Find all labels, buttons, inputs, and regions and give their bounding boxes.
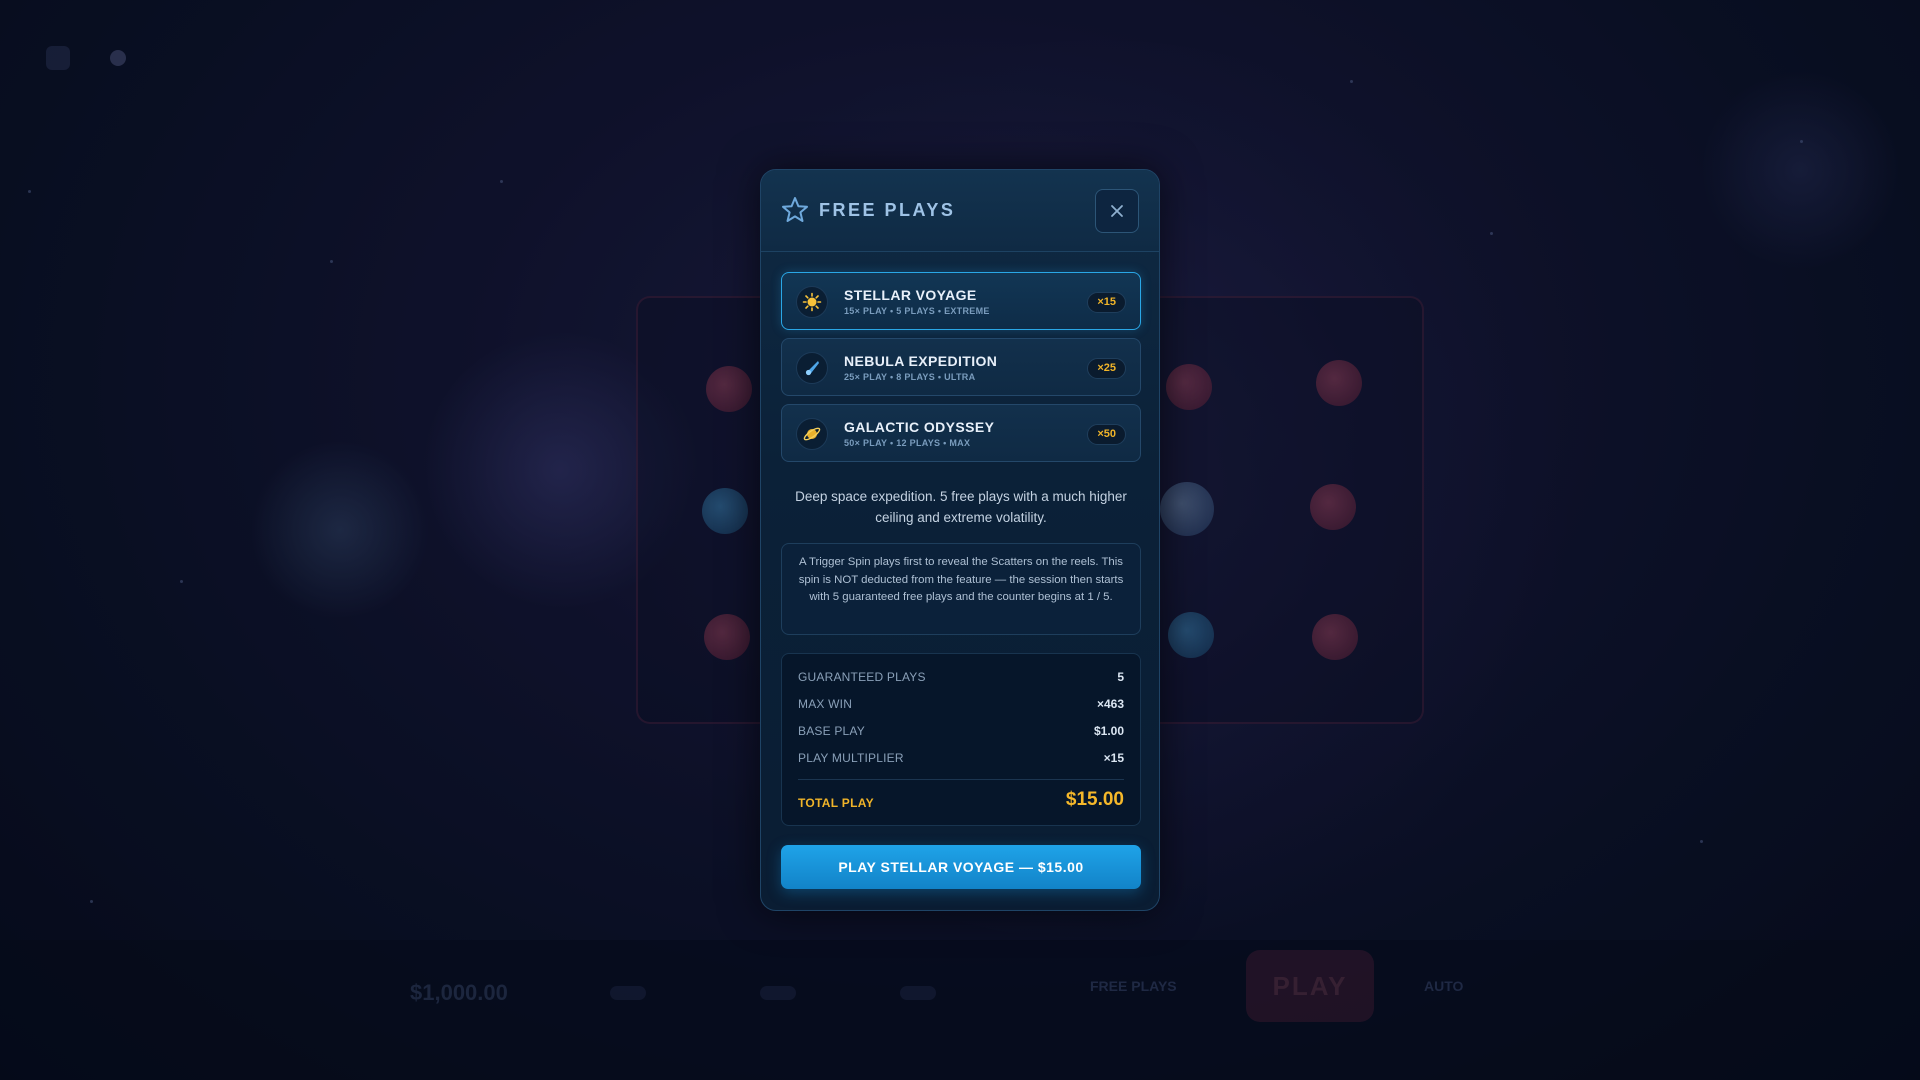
multiplier-badge: ×15 [1087, 292, 1126, 313]
option-name: NEBULA EXPEDITION [844, 353, 998, 369]
stat-value: ×15 [1103, 751, 1124, 765]
divider [798, 779, 1124, 780]
close-button[interactable] [1095, 189, 1139, 233]
stat-value: 5 [1117, 670, 1124, 684]
stat-value: ×463 [1096, 697, 1124, 711]
stat-row: PLAY MULTIPLIER ×15 [798, 751, 1124, 771]
free-plays-modal: FREE PLAYS STELLAR VOYAGE 15× PLAY • 5 P… [760, 169, 1160, 911]
option-nebula-expedition[interactable]: NEBULA EXPEDITION 25× PLAY • 8 PLAYS • U… [781, 338, 1141, 396]
total-play-value: $15.00 [1065, 789, 1124, 810]
stat-row: GUARANTEED PLAYS 5 [798, 670, 1124, 690]
stat-label: GUARANTEED PLAYS [798, 670, 926, 684]
planet-icon [796, 418, 828, 450]
close-icon [1111, 205, 1123, 217]
stat-label: PLAY MULTIPLIER [798, 751, 904, 765]
multiplier-badge: ×25 [1087, 358, 1126, 379]
stats-panel: GUARANTEED PLAYS 5 MAX WIN ×463 BASE PLA… [781, 653, 1141, 826]
stat-value: $1.00 [1093, 724, 1124, 738]
option-meta: 25× PLAY • 8 PLAYS • ULTRA [844, 372, 976, 382]
stat-row: MAX WIN ×463 [798, 697, 1124, 717]
modal-header: FREE PLAYS [761, 170, 1159, 252]
option-meta: 15× PLAY • 5 PLAYS • EXTREME [844, 306, 990, 316]
multiplier-badge: ×50 [1087, 424, 1126, 445]
option-galactic-odyssey[interactable]: GALACTIC ODYSSEY 50× PLAY • 12 PLAYS • M… [781, 404, 1141, 462]
stat-label: BASE PLAY [798, 724, 865, 738]
option-name: STELLAR VOYAGE [844, 287, 977, 303]
option-description: Deep space expedition. 5 free plays with… [795, 489, 1127, 525]
total-play-label: TOTAL PLAY [798, 796, 874, 810]
play-selected-button[interactable]: PLAY STELLAR VOYAGE — $15.00 [781, 845, 1141, 889]
option-name: GALACTIC ODYSSEY [844, 419, 995, 435]
stat-label: MAX WIN [798, 697, 853, 711]
option-stellar-voyage[interactable]: STELLAR VOYAGE 15× PLAY • 5 PLAYS • EXTR… [781, 272, 1141, 330]
comet-icon [796, 352, 828, 384]
star-icon [782, 197, 808, 222]
modal-title: FREE PLAYS [819, 200, 956, 220]
sun-icon [796, 286, 828, 318]
option-meta: 50× PLAY • 12 PLAYS • MAX [844, 438, 971, 448]
stat-row: BASE PLAY $1.00 [798, 724, 1124, 744]
trigger-spin-note: A Trigger Spin plays first to reveal the… [781, 543, 1141, 635]
